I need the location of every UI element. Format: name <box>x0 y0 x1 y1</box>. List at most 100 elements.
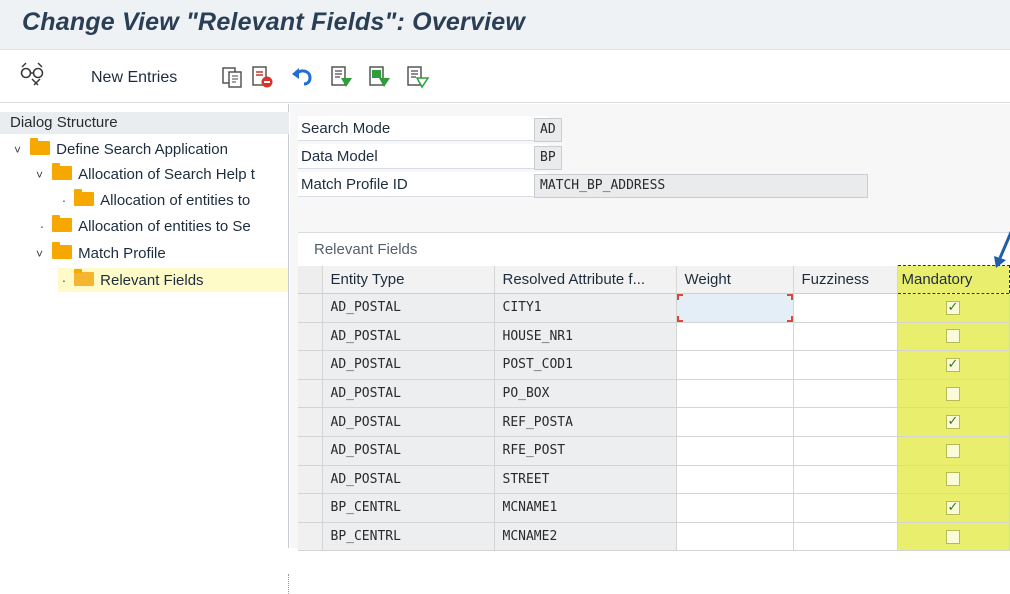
column-header-mandatory[interactable]: Mandatory <box>896 265 1010 294</box>
cell-entity-type: AD_POSTAL <box>322 350 495 380</box>
cell-weight-input[interactable] <box>676 522 794 552</box>
tree-item-match-profile[interactable]: ˅ Match Profile <box>36 242 166 266</box>
tree-item-allocation-entities-se[interactable]: · Allocation of entities to Se <box>36 214 251 238</box>
tree-item-define-search-application[interactable]: ˅ Define Search Application <box>14 138 228 162</box>
row-selector[interactable] <box>298 465 323 495</box>
row-selector[interactable] <box>298 350 323 380</box>
dialog-structure-header: Dialog Structure <box>0 112 289 134</box>
cell-weight-input[interactable] <box>676 407 794 437</box>
cell-entity-type: BP_CENTRL <box>322 493 495 523</box>
cell-weight-input[interactable] <box>676 350 794 380</box>
cell-resolved-attribute: CITY1 <box>494 293 677 323</box>
cell-mandatory: ✓ <box>897 350 1010 380</box>
chevron-down-icon[interactable]: ˅ <box>36 242 48 266</box>
table-row: BP_CENTRL MCNAME2 <box>298 522 1010 552</box>
mandatory-checkbox[interactable] <box>946 529 960 544</box>
cell-fuzziness-input[interactable] <box>793 322 898 352</box>
tree-item-label: Match Profile <box>78 245 166 262</box>
row-selector[interactable] <box>298 322 323 352</box>
table-row: AD_POSTAL STREET <box>298 465 1010 495</box>
cell-entity-type: AD_POSTAL <box>322 407 495 437</box>
splitter-handle[interactable] <box>288 574 291 594</box>
table-row: AD_POSTAL HOUSE_NR1 <box>298 322 1010 352</box>
column-header-entity-type[interactable]: Entity Type <box>322 265 495 294</box>
select-all-icon[interactable] <box>330 65 354 89</box>
cell-weight-input[interactable] <box>676 293 794 323</box>
cell-entity-type: AD_POSTAL <box>322 379 495 409</box>
toolbar: New Entries <box>0 51 1010 103</box>
cell-entity-type: BP_CENTRL <box>322 522 495 552</box>
cell-mandatory <box>897 436 1010 466</box>
table-row: AD_POSTAL REF_POSTA ✓ <box>298 407 1010 437</box>
new-entries-button[interactable]: New Entries <box>91 69 177 87</box>
mandatory-checkbox-checked[interactable]: ✓ <box>946 500 960 515</box>
focus-corner <box>676 315 683 322</box>
cell-entity-type: AD_POSTAL <box>322 465 495 495</box>
mandatory-checkbox[interactable] <box>946 386 960 401</box>
mandatory-checkbox[interactable] <box>946 443 960 458</box>
tree-item-label: Allocation of entities to <box>100 192 251 209</box>
mandatory-checkbox-checked[interactable]: ✓ <box>946 300 960 315</box>
cell-resolved-attribute: POST_COD1 <box>494 350 677 380</box>
deselect-all-icon[interactable] <box>406 65 430 89</box>
undo-icon[interactable] <box>290 65 314 89</box>
select-all-column[interactable] <box>298 265 323 294</box>
match-profile-id-value: MATCH_BP_ADDRESS <box>534 174 868 198</box>
bullet-icon: · <box>61 192 67 208</box>
cell-fuzziness-input[interactable] <box>793 493 898 523</box>
cell-fuzziness-input[interactable] <box>793 379 898 409</box>
table-row: AD_POSTAL CITY1 ✓ <box>298 293 1010 323</box>
column-header-resolved-attribute[interactable]: Resolved Attribute f... <box>494 265 677 294</box>
tree-item-relevant-fields[interactable]: · Relevant Fields <box>58 268 288 292</box>
cell-fuzziness-input[interactable] <box>793 350 898 380</box>
column-header-fuzziness[interactable]: Fuzziness <box>793 265 898 294</box>
row-selector[interactable] <box>298 522 323 552</box>
search-mode-label: Search Mode <box>298 116 548 141</box>
chevron-down-icon[interactable]: ˅ <box>14 138 26 162</box>
mandatory-checkbox-checked[interactable]: ✓ <box>946 357 960 372</box>
cell-resolved-attribute: MCNAME1 <box>494 493 677 523</box>
title-bar: Change View "Relevant Fields": Overview <box>0 0 1010 50</box>
annotation-arrow-icon <box>994 230 1010 268</box>
cell-fuzziness-input[interactable] <box>793 407 898 437</box>
cell-weight-input[interactable] <box>676 379 794 409</box>
cell-weight-input[interactable] <box>676 465 794 495</box>
cell-resolved-attribute: PO_BOX <box>494 379 677 409</box>
cell-entity-type: AD_POSTAL <box>322 436 495 466</box>
row-selector[interactable] <box>298 407 323 437</box>
cell-resolved-attribute: HOUSE_NR1 <box>494 322 677 352</box>
cell-mandatory <box>897 322 1010 352</box>
copy-icon[interactable] <box>220 65 244 89</box>
row-selector[interactable] <box>298 436 323 466</box>
cell-weight-input[interactable] <box>676 493 794 523</box>
column-header-weight[interactable]: Weight <box>676 265 794 294</box>
delete-icon[interactable] <box>250 65 274 89</box>
cell-weight-input[interactable] <box>676 322 794 352</box>
cell-fuzziness-input[interactable] <box>793 436 898 466</box>
mandatory-checkbox-checked[interactable]: ✓ <box>946 415 960 430</box>
chevron-down-icon[interactable]: ˅ <box>36 163 48 187</box>
tree-item-label: Allocation of entities to Se <box>78 218 251 235</box>
bullet-icon: · <box>61 272 67 288</box>
select-block-icon[interactable] <box>368 65 392 89</box>
table-title: Relevant Fields <box>314 241 418 258</box>
display-change-icon[interactable] <box>18 61 46 87</box>
relevant-fields-table-container: Relevant Fields Entity Type Resolved Att… <box>298 232 1010 552</box>
mandatory-checkbox[interactable] <box>946 329 960 344</box>
mandatory-checkbox[interactable] <box>946 472 960 487</box>
tree-item-label: Define Search Application <box>56 141 228 158</box>
cell-entity-type: AD_POSTAL <box>322 322 495 352</box>
cell-weight-input[interactable] <box>676 436 794 466</box>
cell-fuzziness-input[interactable] <box>793 293 898 323</box>
tree-item-allocation-entities[interactable]: · Allocation of entities to <box>58 188 250 212</box>
cell-fuzziness-input[interactable] <box>793 522 898 552</box>
cell-mandatory: ✓ <box>897 493 1010 523</box>
row-selector[interactable] <box>298 493 323 523</box>
open-folder-icon <box>74 269 95 286</box>
row-selector[interactable] <box>298 293 323 323</box>
row-selector[interactable] <box>298 379 323 409</box>
cell-fuzziness-input[interactable] <box>793 465 898 495</box>
tree-item-allocation-search-help[interactable]: ˅ Allocation of Search Help t <box>36 163 255 187</box>
cell-mandatory: ✓ <box>897 293 1010 323</box>
page-title: Change View "Relevant Fields": Overview <box>22 8 525 36</box>
